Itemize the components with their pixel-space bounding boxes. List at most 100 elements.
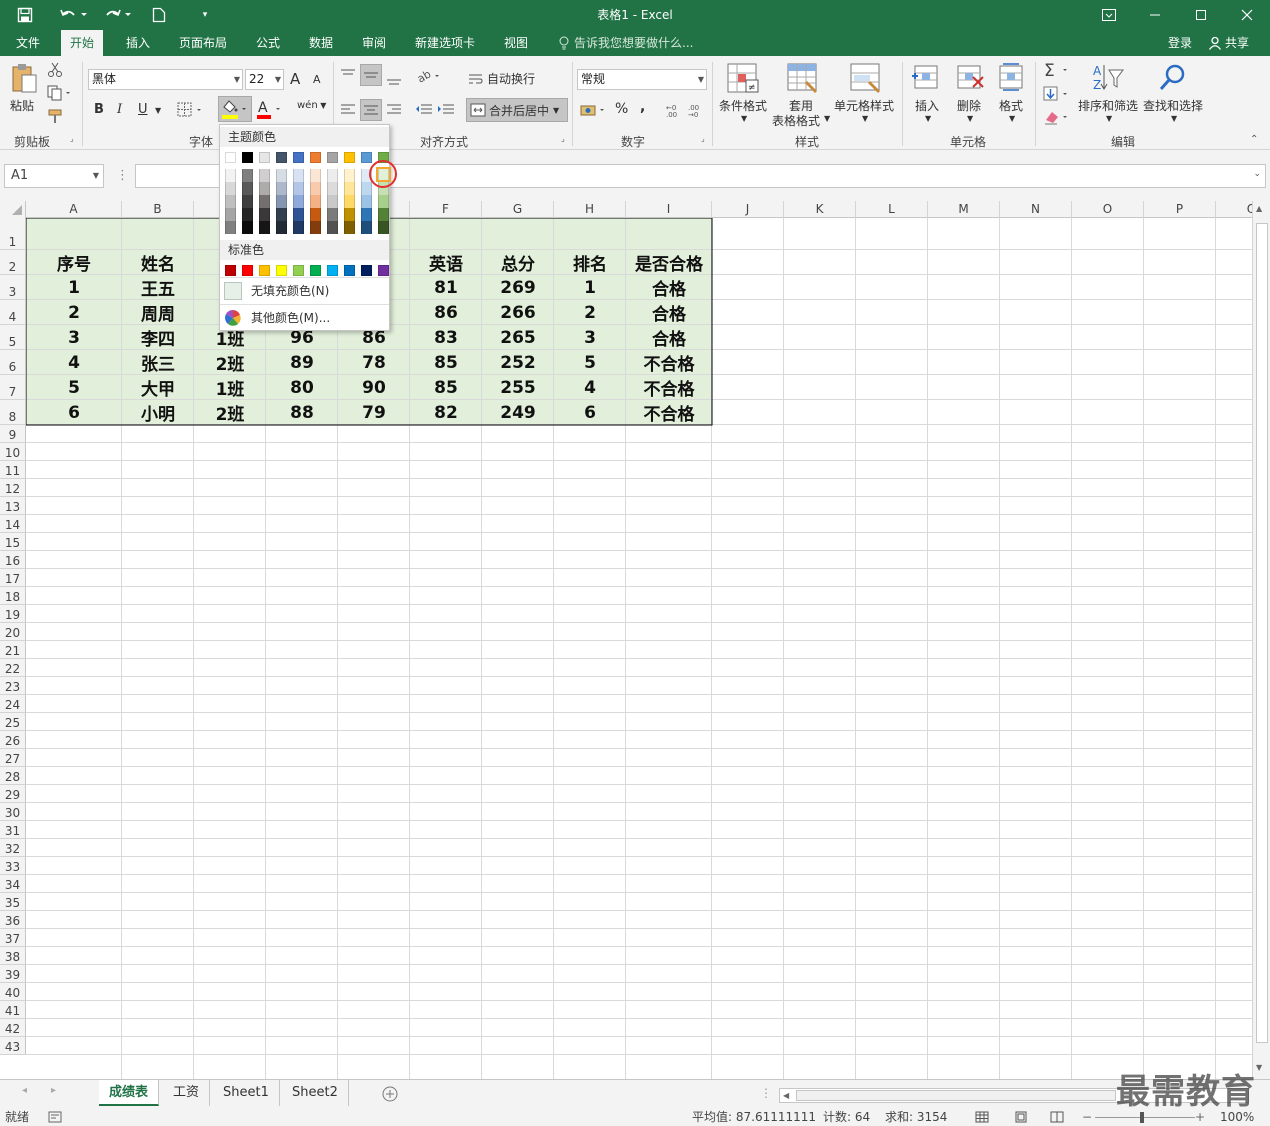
column-header-h[interactable]: H (554, 201, 626, 218)
redo-icon[interactable] (100, 0, 136, 30)
data-cell[interactable]: 6 (554, 400, 626, 425)
color-swatch[interactable] (293, 195, 304, 208)
row-header[interactable]: 13 (0, 497, 26, 515)
column-header-o[interactable]: O (1072, 201, 1144, 218)
page-layout-view-icon[interactable] (1014, 1111, 1028, 1126)
standard-color-swatch[interactable] (344, 265, 355, 276)
data-cell[interactable]: 81 (410, 275, 482, 300)
data-cell[interactable]: 不合格 (626, 350, 712, 375)
row-header[interactable]: 38 (0, 947, 26, 965)
row-header[interactable]: 1 (0, 218, 26, 250)
data-cell[interactable]: 82 (410, 400, 482, 425)
color-swatch[interactable] (259, 169, 270, 182)
collapse-ribbon-icon[interactable]: ⌃ (1250, 134, 1258, 145)
color-swatch[interactable] (293, 221, 304, 234)
color-swatch[interactable] (310, 182, 321, 195)
column-header-m[interactable]: M (928, 201, 1000, 218)
color-swatch[interactable] (242, 152, 253, 163)
color-swatch[interactable] (259, 208, 270, 221)
column-header-n[interactable]: N (1000, 201, 1072, 218)
signin-link[interactable]: 登录 (1168, 30, 1192, 56)
color-swatch[interactable] (293, 152, 304, 163)
row-header[interactable]: 27 (0, 749, 26, 767)
insert-cells-label[interactable]: 插入 (915, 97, 939, 114)
align-top-icon[interactable] (340, 68, 356, 85)
color-swatch[interactable] (361, 221, 372, 234)
vertical-scrollbar[interactable]: ▲ ▼ (1252, 201, 1270, 1079)
color-swatch[interactable] (293, 182, 304, 195)
font-size-combo[interactable]: 22 ▼ (245, 69, 284, 90)
color-swatch[interactable] (276, 208, 287, 221)
delete-cells-label[interactable]: 删除 (957, 97, 981, 114)
color-swatch[interactable] (310, 152, 321, 163)
color-swatch[interactable] (242, 182, 253, 195)
row-header[interactable]: 20 (0, 623, 26, 641)
row-header[interactable]: 30 (0, 803, 26, 821)
cell-styles-icon[interactable] (850, 63, 880, 93)
select-all-corner[interactable] (0, 201, 26, 218)
color-swatch[interactable] (225, 195, 236, 208)
standard-color-swatch[interactable] (293, 265, 304, 276)
color-swatch[interactable] (242, 169, 253, 182)
minimize-icon[interactable] (1132, 0, 1178, 30)
hscroll-thumb[interactable] (796, 1090, 1116, 1101)
ribbon-display-icon[interactable] (1086, 0, 1132, 30)
paste-label[interactable]: 粘贴 (10, 97, 34, 114)
data-cell[interactable]: 252 (482, 350, 554, 375)
column-header-i[interactable]: I (626, 201, 712, 218)
data-cell[interactable]: 5 (554, 350, 626, 375)
borders-icon[interactable] (177, 102, 205, 121)
conditional-format-icon[interactable]: ≠ (727, 63, 759, 93)
color-swatch[interactable] (225, 182, 236, 195)
fill-color-button[interactable] (218, 96, 252, 122)
tell-me-box[interactable]: 告诉我您想要做什么... (558, 30, 693, 56)
row-header[interactable]: 29 (0, 785, 26, 803)
color-swatch[interactable] (225, 208, 236, 221)
row-header[interactable]: 15 (0, 533, 26, 551)
row-header[interactable]: 6 (0, 350, 26, 375)
data-cell[interactable]: 大甲 (122, 375, 194, 400)
color-swatch[interactable] (327, 208, 338, 221)
row-header[interactable]: 26 (0, 731, 26, 749)
normal-view-icon[interactable] (975, 1111, 989, 1126)
page-break-view-icon[interactable] (1050, 1111, 1064, 1126)
row-header[interactable]: 43 (0, 1037, 26, 1055)
data-cell[interactable]: 83 (410, 325, 482, 350)
tab-split-grip[interactable]: ⋮ (760, 1086, 772, 1100)
row-header[interactable]: 23 (0, 677, 26, 695)
sheet-tab-sheet2[interactable]: Sheet2 (282, 1080, 349, 1106)
data-cell[interactable]: 249 (482, 400, 554, 425)
find-select-icon[interactable] (1158, 63, 1188, 93)
zoom-slider-thumb[interactable] (1140, 1112, 1144, 1123)
data-cell[interactable]: 90 (338, 375, 410, 400)
data-cell[interactable]: 周周 (122, 300, 194, 325)
format-as-table-label-2[interactable]: 表格格式 (772, 112, 820, 129)
standard-color-swatch[interactable] (242, 265, 253, 276)
orientation-icon[interactable]: ab (415, 67, 444, 87)
row-header[interactable]: 37 (0, 929, 26, 947)
row-header[interactable]: 3 (0, 275, 26, 300)
worksheet-grid[interactable]: ABCDEFGHIJKLMNOPQ 1234567891011121314151… (0, 201, 1252, 1079)
number-launcher-icon[interactable]: ⌟ (701, 134, 705, 143)
format-as-table-icon[interactable] (787, 63, 817, 93)
underline-button[interactable]: U (138, 102, 148, 117)
chevron-down-icon[interactable]: ▼ (155, 106, 161, 115)
color-swatch[interactable] (276, 195, 287, 208)
chevron-down-icon[interactable]: ⌄ (1253, 169, 1261, 179)
data-cell[interactable]: 4 (554, 375, 626, 400)
standard-color-swatch[interactable] (327, 265, 338, 276)
align-right-icon[interactable] (386, 103, 402, 120)
sheet-tab-scores[interactable]: 成绩表 (99, 1080, 160, 1106)
header-cell[interactable]: 排名 (554, 250, 626, 275)
color-swatch[interactable] (225, 152, 236, 163)
row-header[interactable]: 2 (0, 250, 26, 275)
new-file-icon[interactable] (148, 0, 170, 30)
tab-insert[interactable]: 插入 (117, 30, 159, 56)
alignment-launcher-icon[interactable]: ⌟ (561, 134, 565, 143)
paste-icon[interactable] (10, 62, 40, 93)
column-header-k[interactable]: K (784, 201, 856, 218)
color-swatch[interactable] (344, 221, 355, 234)
increase-decimal-icon[interactable]: ←0.00 (665, 102, 683, 121)
row-header[interactable]: 11 (0, 461, 26, 479)
header-cell[interactable]: 序号 (26, 250, 122, 275)
